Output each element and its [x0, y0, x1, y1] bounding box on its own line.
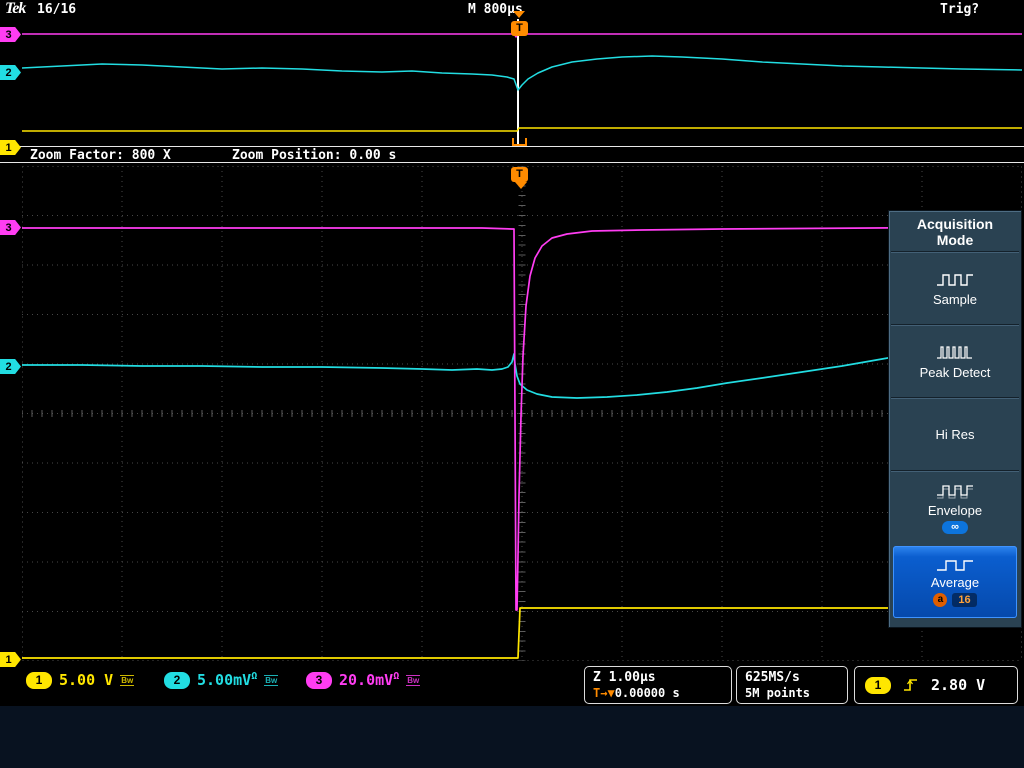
bottom-menu-bar: Mode Average Record Length 5M FastAcq Of… [0, 706, 1024, 768]
envelope-count-badge: ∞ [942, 521, 968, 534]
sample-icon [935, 271, 975, 289]
trigger-level-value: 2.80 V [931, 676, 985, 694]
ch1-readout[interactable]: 1 5.00 V Bw [26, 671, 134, 689]
trigger-status: Trig? [940, 2, 979, 17]
trigger-position-arrow-icon [515, 182, 527, 189]
channel-2-marker[interactable]: 2 [0, 359, 21, 374]
acq-mode-sample[interactable]: Sample [889, 253, 1021, 324]
acq-mode-hi-res[interactable]: Hi Res [889, 399, 1021, 470]
record-length-value: 5M points [745, 686, 839, 701]
acquisition-count: 16/16 [37, 2, 76, 17]
zoom-factor-label: Zoom Factor: 800 X [30, 148, 171, 163]
average-letter-badge: a [933, 593, 947, 607]
average-count-row: a 16 [933, 593, 976, 607]
trigger-delay-icon: T→▼ [593, 686, 615, 700]
ch2-badge[interactable]: 2 [164, 672, 190, 689]
zoom-scale-box[interactable]: Z 1.00µs T→▼0.00000 s [584, 666, 732, 704]
trigger-position-marker[interactable]: T [511, 167, 528, 182]
readout-bar: 1 5.00 V Bw 2 5.00mVΩ Bw 3 20.0mVΩ Bw Z … [0, 664, 1024, 706]
overview-waveform-svg [22, 19, 1022, 146]
acq-mode-average[interactable]: Average a 16 [893, 546, 1017, 618]
trigger-marker-overview[interactable]: T [511, 21, 528, 36]
main-waveform-svg [22, 166, 1022, 661]
ch3-scale-value: 20.0mVΩ [339, 671, 399, 689]
sample-rate-value: 625MS/s [745, 669, 839, 686]
ch3-badge[interactable]: 3 [306, 672, 332, 689]
channel-3-marker[interactable]: 3 [0, 220, 21, 235]
peak-detect-icon [935, 344, 975, 362]
ch1-badge[interactable]: 1 [26, 672, 52, 689]
trigger-source-badge: 1 [865, 677, 891, 694]
ch2-scale-value: 5.00mVΩ [197, 671, 257, 689]
trigger-readout-box[interactable]: 1 2.80 V [854, 666, 1018, 704]
zoom-info-bar: Zoom Factor: 800 X Zoom Position: 0.00 s [0, 146, 1024, 163]
average-icon [935, 557, 975, 573]
tek-logo: Tek [5, 0, 25, 18]
channel-3-marker-overview[interactable]: 3 [0, 27, 21, 42]
trigger-top-arrow-icon [513, 11, 525, 18]
zoom-overview: 3 2 [0, 19, 1024, 146]
zoom-scale-value: Z 1.00µs [593, 669, 723, 686]
channel-2-marker-overview[interactable]: 2 [0, 65, 21, 80]
bandwidth-limit-icon: Bw [120, 675, 134, 686]
impedance-icon: Ω [393, 671, 399, 682]
acq-mode-envelope[interactable]: Envelope ∞ [889, 472, 1021, 543]
average-count-value: 16 [952, 593, 976, 607]
top-status-bar: Tek 16/16 M 800µs Trig? [0, 0, 1024, 19]
trace-ch1 [22, 128, 1022, 131]
envelope-icon [935, 482, 975, 500]
ch2-readout[interactable]: 2 5.00mVΩ Bw [164, 671, 278, 689]
bandwidth-limit-icon: Bw [264, 675, 278, 686]
zoom-position-label: Zoom Position: 0.00 s [232, 148, 396, 163]
zoom-window-bracket-icon [512, 138, 527, 146]
ch3-readout[interactable]: 3 20.0mVΩ Bw [306, 671, 420, 689]
panel-title: Acquisition Mode [889, 211, 1021, 251]
acquisition-mode-panel: Acquisition Mode Sample Peak Detect Hi R… [888, 210, 1022, 628]
impedance-icon: Ω [251, 671, 257, 682]
ch1-scale-value: 5.00 V [59, 671, 113, 689]
trace-ch1 [22, 608, 1022, 658]
rising-edge-icon [903, 677, 919, 693]
bandwidth-limit-icon: Bw [406, 675, 420, 686]
sample-rate-box[interactable]: 625MS/s 5M points [736, 666, 848, 704]
trace-ch2 [22, 56, 1022, 90]
main-graticule: 3 2 1 T [0, 163, 1024, 663]
acq-mode-peak-detect[interactable]: Peak Detect [889, 326, 1021, 397]
oscilloscope-screen: Tek 16/16 M 800µs Trig? 3 2 1 T Zoom Fac… [0, 0, 1024, 768]
trigger-position-readout: T→▼0.00000 s [593, 686, 723, 701]
